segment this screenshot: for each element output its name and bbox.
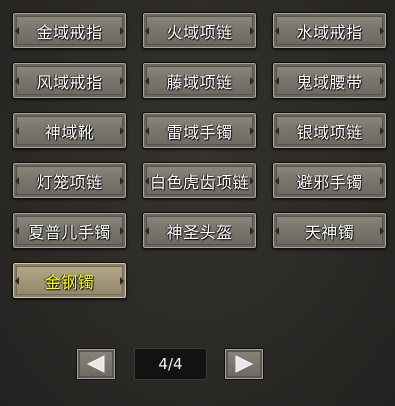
button-notch-right-icon [250,226,254,235]
item-button[interactable]: 灯笼项链 [12,162,127,199]
item-button-label: 避邪手镯 [296,172,363,192]
button-notch-left-icon [15,276,19,285]
item-list-panel: 金域戒指 火域项链 水域戒指风域戒指 藤域项链 鬼域腰带神域靴 雷域手镯 银域项链灯笼项链 白… [0,0,395,406]
page-indicator: 4/4 [158,355,183,373]
button-notch-right-icon [250,26,254,35]
item-button-label: 神域靴 [44,122,95,142]
left-triangle-icon [86,355,105,373]
button-notch-right-icon [120,276,124,285]
item-button[interactable]: 天神镯 [272,212,387,249]
item-button[interactable]: 神圣头盔 [142,212,257,249]
button-notch-right-icon [120,226,124,235]
item-button[interactable]: 风域戒指 [12,62,127,99]
button-notch-right-icon [120,126,124,135]
item-button-label: 灯笼项链 [36,172,103,192]
button-notch-left-icon [15,26,19,35]
button-notch-left-icon [15,226,19,235]
item-button[interactable]: 夏普儿手镯 [12,212,127,249]
item-button[interactable]: 金钢镯 [12,262,127,299]
item-button-label: 天神镯 [304,222,355,242]
button-notch-right-icon [380,76,384,85]
item-button-label: 藤域项链 [166,72,233,92]
item-button-label: 鬼域腰带 [296,72,363,92]
item-button[interactable]: 白色虎齿项链 [142,162,257,199]
item-button-label: 火域项链 [166,22,233,42]
button-notch-right-icon [250,126,254,135]
item-button[interactable]: 鬼域腰带 [272,62,387,99]
item-button[interactable]: 金域戒指 [12,12,127,49]
button-notch-left-icon [275,226,279,235]
item-button-label: 神圣头盔 [166,222,233,242]
button-notch-left-icon [15,176,19,185]
item-button[interactable]: 雷域手镯 [142,112,257,149]
item-button[interactable]: 神域靴 [12,112,127,149]
item-button-label: 水域戒指 [296,22,363,42]
item-button[interactable]: 银域项链 [272,112,387,149]
button-notch-left-icon [145,126,149,135]
button-notch-left-icon [15,126,19,135]
button-notch-left-icon [15,76,19,85]
item-button[interactable]: 避邪手镯 [272,162,387,199]
button-notch-right-icon [250,176,254,185]
button-notch-left-icon [275,76,279,85]
item-button-label: 雷域手镯 [166,122,233,142]
button-notch-right-icon [250,76,254,85]
item-button[interactable]: 火域项链 [142,12,257,49]
button-notch-right-icon [120,26,124,35]
item-button-label: 金域戒指 [36,22,103,42]
right-triangle-icon [235,355,254,373]
button-notch-right-icon [120,76,124,85]
button-notch-left-icon [275,126,279,135]
button-notch-left-icon [145,176,149,185]
button-notch-right-icon [380,176,384,185]
button-notch-right-icon [380,26,384,35]
button-notch-left-icon [275,26,279,35]
button-notch-left-icon [145,226,149,235]
item-button-label: 夏普儿手镯 [28,222,111,242]
button-notch-left-icon [145,26,149,35]
item-button-label: 银域项链 [296,122,363,142]
pagination-bar: 4/4 [0,348,395,380]
page-indicator-box: 4/4 [134,348,207,380]
item-button-label: 风域戒指 [36,72,103,92]
item-button-label: 白色虎齿项链 [149,172,249,192]
next-page-button[interactable] [224,348,264,380]
button-notch-left-icon [145,76,149,85]
item-button[interactable]: 藤域项链 [142,62,257,99]
item-button[interactable]: 水域戒指 [272,12,387,49]
button-notch-right-icon [380,226,384,235]
button-notch-right-icon [120,176,124,185]
item-grid: 金域戒指 火域项链 水域戒指风域戒指 藤域项链 鬼域腰带神域靴 雷域手镯 银域项链灯笼项链 白… [12,12,387,299]
prev-page-button[interactable] [76,348,116,380]
button-notch-right-icon [380,126,384,135]
button-notch-left-icon [275,176,279,185]
item-button-label: 金钢镯 [44,272,95,292]
